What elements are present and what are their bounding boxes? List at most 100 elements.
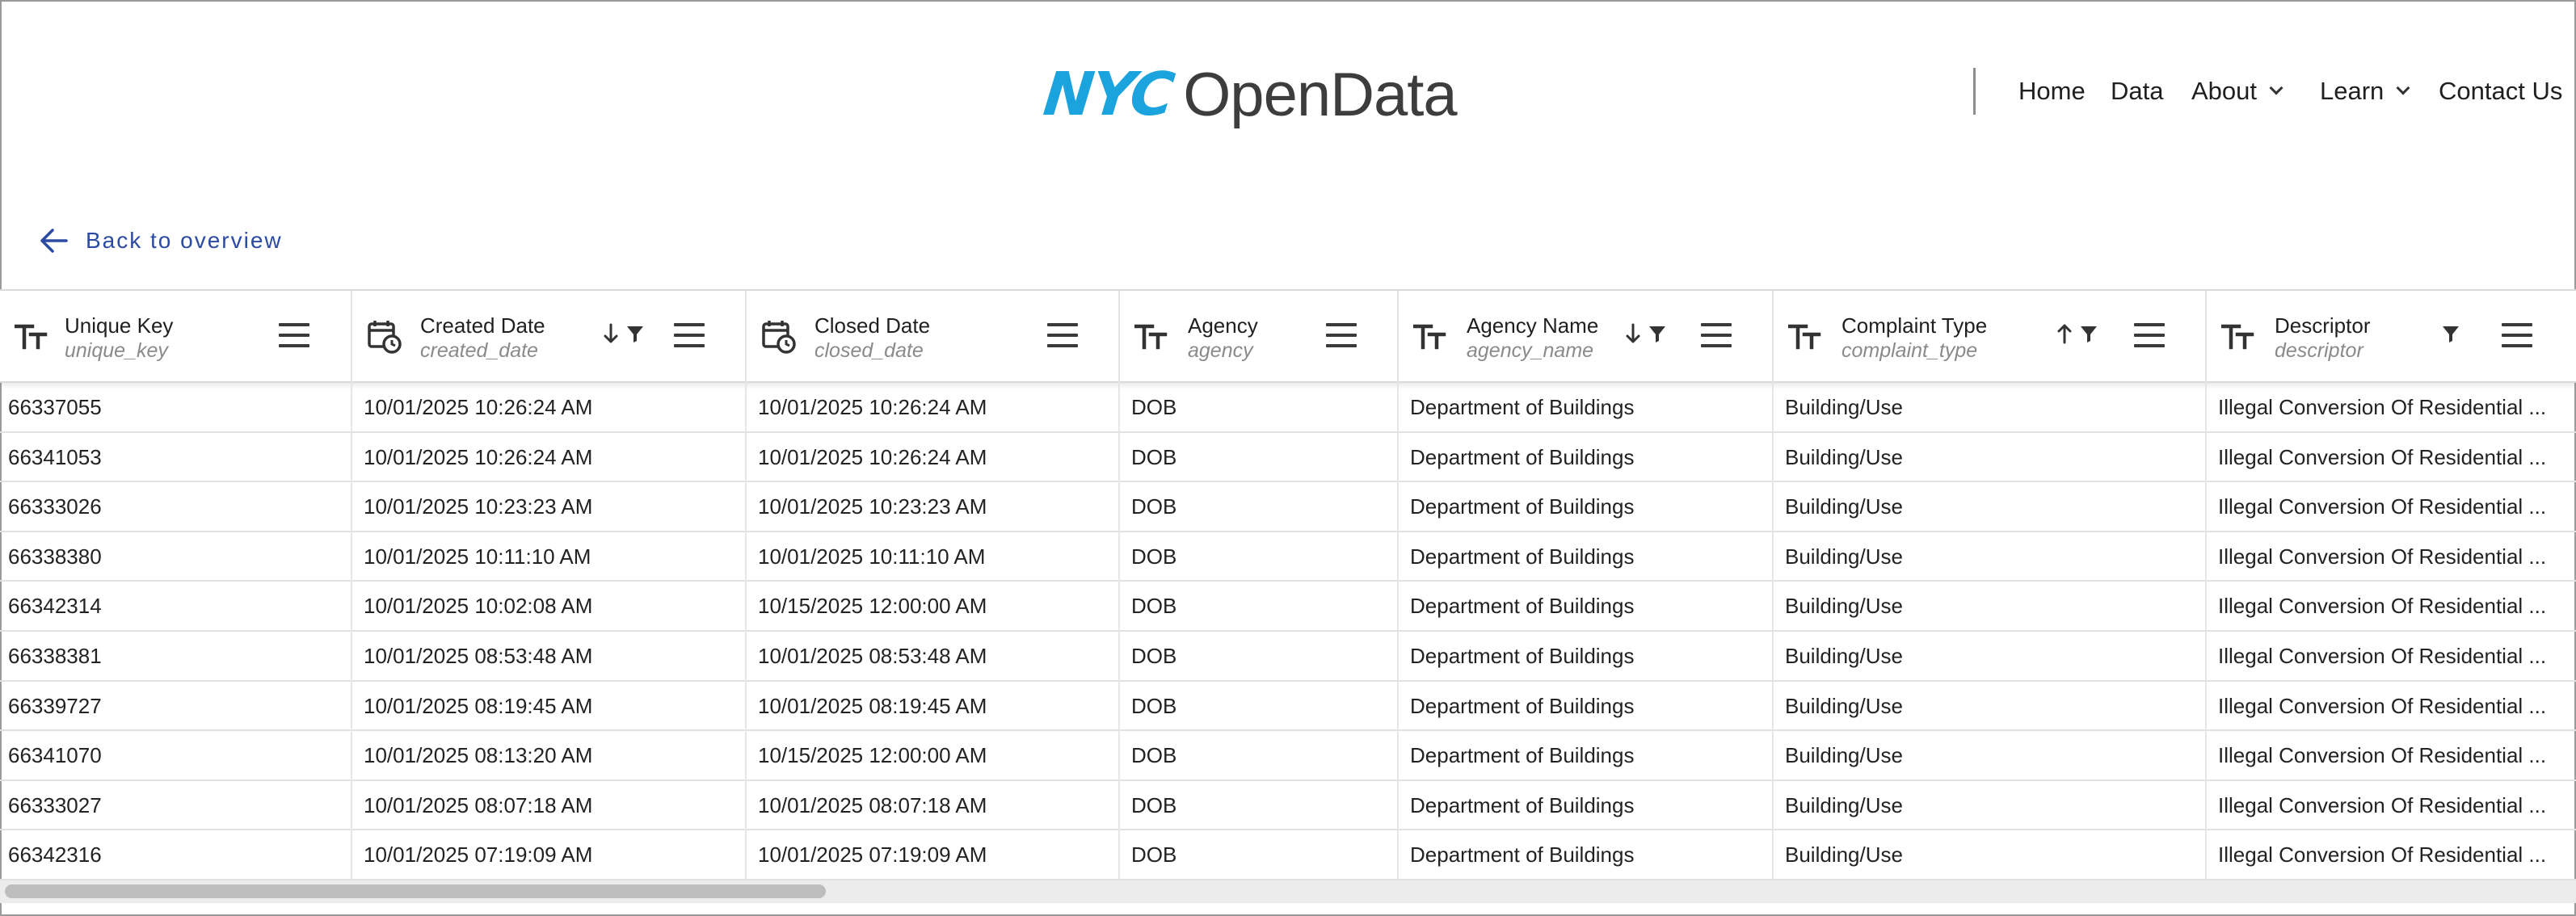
column-label: Unique Key	[65, 313, 174, 338]
column-field-name: closed_date	[814, 339, 924, 362]
table-cell-descriptor: Illegal Conversion Of Residential ...	[2207, 532, 2576, 582]
table-cell-created-date: 10/01/2025 10:11:10 AM	[352, 532, 747, 582]
table-cell-unique-key: 66341053	[0, 432, 352, 482]
sort-filter-controls	[603, 321, 645, 349]
nav-about-menu[interactable]: About	[2191, 71, 2283, 111]
table-cell-agency-name: Department of Buildings	[1399, 681, 1774, 731]
table-cell-descriptor: Illegal Conversion Of Residential ...	[2207, 781, 2576, 830]
table-cell-descriptor: Illegal Conversion Of Residential ...	[2207, 433, 2576, 482]
table-row[interactable]: 66337055 10/01/2025 10:26:24 AM 10/01/2025…	[0, 383, 2576, 433]
column-label: Complaint Type	[1842, 313, 1988, 338]
table-cell-created-date: 10/01/2025 08:13:20 AM	[352, 731, 747, 781]
table-cell-agency: DOB	[1120, 582, 1399, 632]
table-cell-closed-date: 10/01/2025 08:19:45 AM	[747, 681, 1120, 731]
table-cell-agency-name: Department of Buildings	[1399, 731, 1774, 781]
column-menu-icon[interactable]	[279, 323, 309, 347]
table-cell-unique-key: 66341070	[0, 731, 352, 781]
table-cell-agency-name: Department of Buildings	[1399, 582, 1774, 632]
sort-descending-icon[interactable]	[1625, 323, 1641, 348]
nav-data-link[interactable]: Data	[2111, 71, 2163, 111]
column-header-unique-key[interactable]: Unique Key unique_key	[0, 291, 352, 383]
column-menu-icon[interactable]	[1701, 323, 1732, 347]
column-label: Closed Date	[814, 313, 931, 338]
nav-learn-menu[interactable]: Learn	[2320, 71, 2410, 111]
table-cell-closed-date: 10/15/2025 12:00:00 AM	[747, 731, 1120, 781]
column-menu-icon[interactable]	[1326, 323, 1357, 347]
nav-divider	[1973, 68, 1976, 115]
table-cell-agency-name: Department of Buildings	[1399, 432, 1774, 482]
table-cell-agency: DOB	[1120, 482, 1399, 532]
sort-ascending-icon[interactable]	[2056, 323, 2073, 348]
table-cell-descriptor: Illegal Conversion Of Residential ...	[2207, 482, 2576, 532]
table-cell-complaint-type: Building/Use	[1774, 532, 2207, 582]
nyc-opendata-logo[interactable]: NYC OpenData	[1040, 58, 1457, 131]
table-cell-agency-name: Department of Buildings	[1399, 830, 1774, 880]
filter-icon[interactable]	[1648, 324, 1667, 347]
arrow-left-icon	[40, 229, 68, 253]
text-type-icon	[2220, 318, 2257, 354]
column-menu-icon[interactable]	[2502, 323, 2532, 347]
column-menu-icon[interactable]	[2134, 323, 2165, 347]
column-header-descriptor[interactable]: Descriptor descriptor	[2207, 291, 2576, 383]
table-cell-closed-date: 10/15/2025 12:00:00 AM	[747, 582, 1120, 632]
column-menu-icon[interactable]	[1047, 323, 1078, 347]
table-cell-closed-date: 10/01/2025 10:11:10 AM	[747, 532, 1120, 582]
column-header-agency-name[interactable]: Agency Name agency_name	[1399, 291, 1774, 383]
column-header-created-date[interactable]: Created Date created_date	[352, 291, 747, 383]
sort-descending-icon[interactable]	[603, 323, 619, 348]
table-row[interactable]: 66342316 10/01/2025 07:19:09 AM 10/01/2025…	[0, 830, 2576, 880]
column-label: Agency Name	[1467, 313, 1599, 338]
horizontal-scrollbar[interactable]	[0, 880, 2576, 903]
calendar-clock-icon	[761, 318, 797, 354]
sort-filter-controls	[2441, 321, 2460, 349]
table-row[interactable]: 66333026 10/01/2025 10:23:23 AM 10/01/2025…	[0, 482, 2576, 532]
table-cell-unique-key: 66338380	[0, 532, 352, 582]
table-cell-unique-key: 66342314	[0, 582, 352, 632]
table-cell-agency: DOB	[1120, 780, 1399, 830]
table-row[interactable]: 66341070 10/01/2025 08:13:20 AM 10/15/2025…	[0, 731, 2576, 781]
table-cell-agency-name: Department of Buildings	[1399, 631, 1774, 681]
nav-contact-link[interactable]: Contact Us	[2439, 71, 2562, 111]
table-row[interactable]: 66341053 10/01/2025 10:26:24 AM 10/01/2025…	[0, 432, 2576, 483]
column-field-name: agency_name	[1467, 339, 1594, 362]
table-cell-descriptor: Illegal Conversion Of Residential ...	[2207, 632, 2576, 681]
table-cell-complaint-type: Building/Use	[1774, 631, 2207, 681]
table-cell-closed-date: 10/01/2025 08:53:48 AM	[747, 631, 1120, 681]
table-header: Unique Key unique_key Created Date created_…	[0, 289, 2576, 383]
data-table: Unique Key unique_key Created Date created_…	[0, 289, 2576, 880]
table-row[interactable]: 66338380 10/01/2025 10:11:10 AM 10/01/2025…	[0, 532, 2576, 582]
column-header-closed-date[interactable]: Closed Date closed_date	[747, 291, 1120, 383]
chevron-down-icon	[2396, 81, 2410, 95]
table-cell-agency-name: Department of Buildings	[1399, 383, 1774, 432]
table-cell-closed-date: 10/01/2025 10:23:23 AM	[747, 482, 1120, 532]
back-to-overview-link[interactable]: Back to overview	[39, 228, 283, 254]
table-row[interactable]: 66338381 10/01/2025 08:53:48 AM 10/01/2025…	[0, 631, 2576, 682]
table-row[interactable]: 66339727 10/01/2025 08:19:45 AM 10/01/2025…	[0, 681, 2576, 732]
table-cell-descriptor: Illegal Conversion Of Residential ...	[2207, 383, 2576, 432]
table-cell-agency: DOB	[1120, 631, 1399, 681]
text-type-icon	[14, 318, 50, 354]
filter-icon[interactable]	[2079, 324, 2098, 347]
table-cell-unique-key: 66333026	[0, 482, 352, 532]
table-cell-unique-key: 66337055	[0, 383, 352, 432]
chevron-down-icon	[2269, 81, 2283, 95]
logo-nyc-text: NYC	[1040, 60, 1176, 129]
scrollbar-thumb[interactable]	[5, 884, 826, 898]
column-header-agency[interactable]: Agency agency	[1120, 291, 1399, 383]
table-cell-complaint-type: Building/Use	[1774, 731, 2207, 781]
logo-opendata-text: OpenData	[1183, 60, 1457, 129]
table-cell-complaint-type: Building/Use	[1774, 482, 2207, 532]
column-header-complaint-type[interactable]: Complaint Type complaint_type	[1774, 291, 2207, 383]
column-field-name: descriptor	[2275, 339, 2363, 362]
filter-icon[interactable]	[625, 324, 645, 347]
table-cell-unique-key: 66333027	[0, 780, 352, 830]
nav-home-link[interactable]: Home	[2018, 71, 2086, 111]
column-menu-icon[interactable]	[674, 323, 705, 347]
column-field-name: unique_key	[65, 339, 168, 362]
table-row[interactable]: 66342314 10/01/2025 10:02:08 AM 10/15/2025…	[0, 582, 2576, 632]
table-row[interactable]: 66333027 10/01/2025 08:07:18 AM 10/01/2025…	[0, 780, 2576, 831]
filter-icon[interactable]	[2441, 324, 2460, 347]
table-cell-closed-date: 10/01/2025 07:19:09 AM	[747, 830, 1120, 880]
table-cell-agency: DOB	[1120, 383, 1399, 432]
table-cell-agency: DOB	[1120, 432, 1399, 482]
